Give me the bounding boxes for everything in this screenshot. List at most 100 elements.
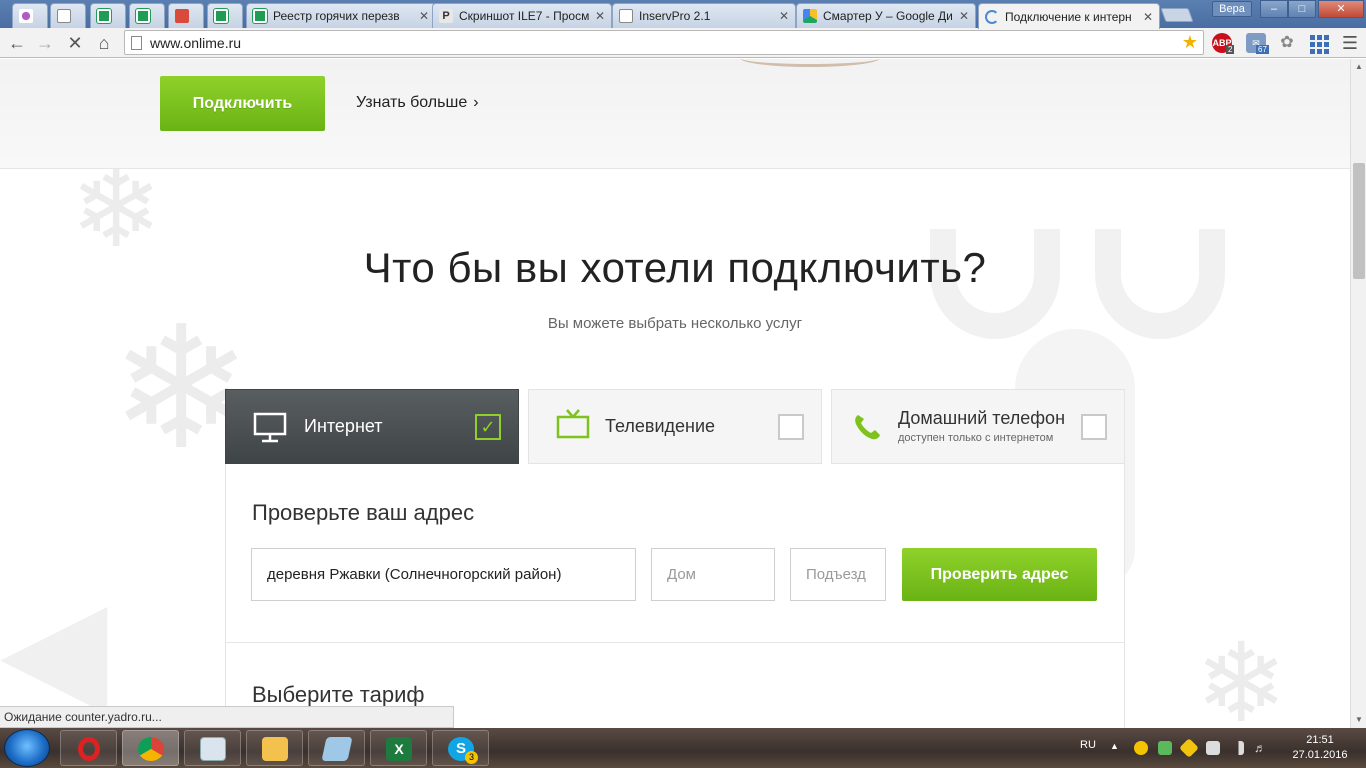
page-title: Что бы вы хотели подключить? — [363, 244, 987, 291]
skype-badge: 3 — [465, 751, 478, 764]
browser-toolbar: ← → ✕ ⌂ www.onlime.ru ★ ABP 2 ✉ 67 ✿ ☰ — [0, 28, 1366, 58]
tray-expand-icon[interactable]: ▲ — [1110, 741, 1124, 755]
apps-grid-icon[interactable] — [1308, 33, 1329, 54]
connect-button[interactable]: Подключить — [160, 76, 325, 131]
close-icon[interactable]: ✕ — [419, 9, 429, 23]
tray-app-icon[interactable] — [1179, 738, 1199, 758]
forward-arrow-icon[interactable]: → — [34, 32, 56, 54]
sheet-favicon-icon — [96, 8, 112, 24]
page-icon — [131, 36, 142, 50]
drive-favicon-icon — [803, 9, 817, 23]
maximize-button[interactable]: □ — [1288, 0, 1316, 18]
taskbar-skype[interactable]: S 3 — [432, 730, 489, 766]
doc-favicon-icon — [619, 9, 633, 23]
system-clock[interactable]: 21:51 27.01.2016 — [1280, 733, 1360, 763]
house-input[interactable] — [651, 548, 775, 601]
tab-2[interactable] — [50, 3, 86, 28]
loading-spinner-icon — [985, 9, 999, 24]
sheet-favicon-icon — [252, 8, 268, 24]
entrance-input[interactable] — [790, 548, 886, 601]
service-tile-tv[interactable]: Телевидение — [528, 389, 822, 464]
scroll-down-arrow-icon[interactable]: ▼ — [1351, 712, 1366, 728]
service-checkbox-checked[interactable]: ✓ — [475, 414, 501, 440]
network-signal-icon[interactable] — [1230, 741, 1244, 755]
learn-more-link[interactable]: Узнать больше › — [356, 94, 479, 112]
folder-icon — [262, 737, 288, 761]
street-input[interactable] — [251, 548, 636, 601]
tab-4[interactable] — [129, 3, 165, 28]
taskbar-notepad[interactable] — [308, 730, 365, 766]
browser-tabstrip: Реестр горячих перезв ✕ P Скриншот ILE7 … — [0, 0, 1366, 29]
taskbar-opera[interactable] — [60, 730, 117, 766]
taskbar-excel[interactable]: X — [370, 730, 427, 766]
windows-taskbar: X S 3 RU ▲ ♬ 21:51 27.01.2016 — [0, 728, 1366, 768]
clock-date: 27.01.2016 — [1292, 749, 1348, 761]
service-label: Интернет — [304, 416, 383, 436]
close-icon[interactable]: ✕ — [595, 9, 605, 23]
tab-9[interactable]: InservPro 2.1 ✕ — [612, 3, 796, 28]
home-icon[interactable]: ⌂ — [93, 32, 115, 54]
clock-time: 21:51 — [1306, 734, 1334, 746]
tab-title: Смартер У – Google Ди — [823, 9, 953, 23]
tv-icon — [556, 409, 590, 439]
tab-5[interactable] — [168, 3, 204, 28]
back-arrow-icon[interactable]: ← — [6, 32, 28, 54]
tray-app-icon[interactable] — [1206, 741, 1220, 755]
scrollbar-thumb[interactable] — [1353, 163, 1365, 279]
tab-3[interactable] — [90, 3, 126, 28]
start-button[interactable] — [4, 729, 50, 767]
page-scrollbar[interactable]: ▲ ▼ — [1350, 59, 1366, 728]
browser-status-bar: Ожидание counter.yadro.ru... — [0, 706, 454, 728]
close-icon[interactable]: ✕ — [779, 9, 789, 23]
close-icon[interactable]: ✕ — [1143, 10, 1153, 24]
taskbar-explorer[interactable] — [246, 730, 303, 766]
tab-6[interactable] — [207, 3, 243, 28]
service-tile-phone[interactable]: Домашний телефон доступен только с интер… — [831, 389, 1125, 464]
scroll-up-arrow-icon[interactable]: ▲ — [1351, 59, 1366, 75]
tab-7[interactable]: Реестр горячих перезв ✕ — [246, 3, 436, 28]
close-window-button[interactable]: ✕ — [1318, 0, 1364, 18]
taskbar-calculator[interactable] — [184, 730, 241, 766]
user-profile-badge[interactable]: Вера — [1212, 1, 1252, 17]
calculator-icon — [200, 737, 226, 761]
stop-icon[interactable]: ✕ — [64, 32, 86, 54]
service-checkbox[interactable] — [778, 414, 804, 440]
hamburger-menu-icon[interactable]: ☰ — [1340, 33, 1360, 53]
tray-app-icon[interactable] — [1134, 741, 1148, 755]
paw-extension-icon[interactable]: ✿ — [1277, 33, 1297, 53]
tab-1[interactable] — [12, 3, 48, 28]
taskbar-chrome[interactable] — [122, 730, 179, 766]
service-sublabel: доступен только с интернетом — [898, 432, 1054, 444]
minimize-button[interactable]: – — [1260, 0, 1288, 18]
phone-icon — [855, 415, 880, 440]
hero-banner: Подключить Узнать больше › — [0, 59, 1350, 169]
address-panel: Проверьте ваш адрес Проверить адрес Выбе… — [225, 464, 1125, 728]
page-subtitle: Вы можете выбрать несколько услуг — [547, 315, 803, 332]
divider — [226, 642, 1124, 643]
address-bar[interactable]: www.onlime.ru ★ — [124, 30, 1204, 55]
red-favicon-icon — [175, 9, 189, 23]
tab-10[interactable]: Смартер У – Google Ди ✕ — [796, 3, 976, 28]
tray-app-icon[interactable] — [1158, 741, 1172, 755]
mail-count-badge: 67 — [1256, 45, 1269, 54]
snowflake-decoration-icon: ❄ — [1195, 622, 1288, 729]
tab-title: InservPro 2.1 — [639, 9, 711, 23]
volume-icon[interactable]: ♬ — [1254, 741, 1268, 755]
adblock-count-badge: 2 — [1226, 45, 1235, 54]
tab-title: Скриншот ILE7 - Просм — [459, 9, 589, 23]
address-section-title: Проверьте ваш адрес — [252, 500, 475, 525]
opera-icon — [78, 737, 100, 761]
new-tab-button[interactable] — [1160, 8, 1194, 22]
tab-11-active[interactable]: Подключение к интерн ✕ — [978, 3, 1160, 29]
url-text[interactable]: www.onlime.ru — [150, 35, 241, 51]
service-tile-internet[interactable]: Интернет ✓ — [225, 389, 519, 464]
hero-decoration — [740, 59, 880, 67]
check-address-button[interactable]: Проверить адрес — [902, 548, 1097, 601]
bookmark-star-icon[interactable]: ★ — [1182, 32, 1198, 53]
language-indicator[interactable]: RU — [1080, 739, 1096, 751]
service-checkbox[interactable] — [1081, 414, 1107, 440]
notepad-icon — [321, 737, 353, 761]
tab-8[interactable]: P Скриншот ILE7 - Просм ✕ — [432, 3, 612, 28]
tab-title: Реестр горячих перезв — [273, 9, 400, 23]
close-icon[interactable]: ✕ — [959, 9, 969, 23]
